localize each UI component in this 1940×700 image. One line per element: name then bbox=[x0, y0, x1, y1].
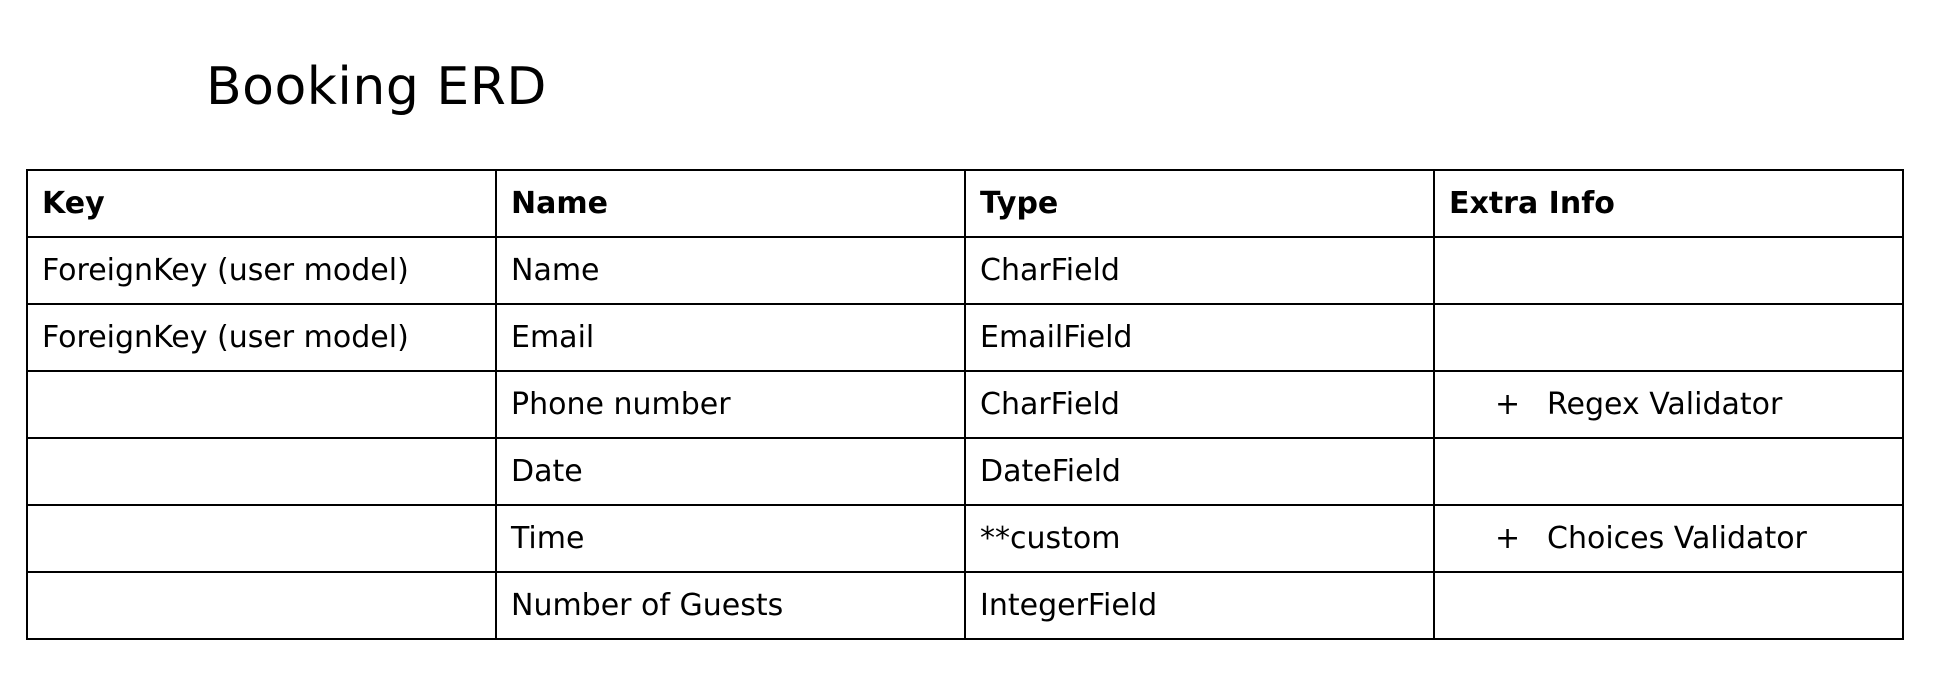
page-title: Booking ERD bbox=[206, 57, 547, 117]
cell-name: Name bbox=[495, 236, 966, 305]
cell-type: CharField bbox=[964, 236, 1435, 305]
cell-extra-info: + Choices Validator bbox=[1433, 504, 1904, 573]
column-header-type: Type bbox=[964, 169, 1435, 238]
table-row: Phone number CharField + Regex Validator bbox=[26, 370, 1904, 439]
table-row: Number of Guests IntegerField bbox=[26, 571, 1904, 640]
cell-type: EmailField bbox=[964, 303, 1435, 372]
cell-name: Email bbox=[495, 303, 966, 372]
column-header-extra-info: Extra Info bbox=[1433, 169, 1904, 238]
cell-extra-info: + Regex Validator bbox=[1433, 370, 1904, 439]
cell-key: ForeignKey (user model) bbox=[26, 236, 497, 305]
extra-info-bullet-item: + Choices Validator bbox=[1449, 521, 1807, 556]
cell-type: IntegerField bbox=[964, 571, 1435, 640]
extra-info-text: Regex Validator bbox=[1547, 387, 1783, 422]
cell-key bbox=[26, 571, 497, 640]
cell-key: ForeignKey (user model) bbox=[26, 303, 497, 372]
column-header-key: Key bbox=[26, 169, 497, 238]
column-header-name: Name bbox=[495, 169, 966, 238]
cell-extra-info bbox=[1433, 236, 1904, 305]
cell-key bbox=[26, 504, 497, 573]
table-header-row: Key Name Type Extra Info bbox=[26, 169, 1904, 238]
extra-info-bullet-item: + Regex Validator bbox=[1449, 387, 1782, 422]
cell-name: Number of Guests bbox=[495, 571, 966, 640]
extra-info-text: Choices Validator bbox=[1547, 521, 1807, 556]
cell-name: Phone number bbox=[495, 370, 966, 439]
table-row: ForeignKey (user model) Email EmailField bbox=[26, 303, 1904, 372]
table-row: Time **custom + Choices Validator bbox=[26, 504, 1904, 573]
table-row: ForeignKey (user model) Name CharField bbox=[26, 236, 1904, 305]
cell-name: Time bbox=[495, 504, 966, 573]
plus-bullet-icon: + bbox=[1495, 387, 1521, 422]
erd-table: Key Name Type Extra Info ForeignKey (use… bbox=[26, 169, 1904, 640]
cell-key bbox=[26, 437, 497, 506]
cell-extra-info bbox=[1433, 303, 1904, 372]
plus-bullet-icon: + bbox=[1495, 521, 1521, 556]
cell-type: CharField bbox=[964, 370, 1435, 439]
cell-extra-info bbox=[1433, 571, 1904, 640]
cell-extra-info bbox=[1433, 437, 1904, 506]
cell-key bbox=[26, 370, 497, 439]
table-row: Date DateField bbox=[26, 437, 1904, 506]
cell-type: **custom bbox=[964, 504, 1435, 573]
cell-type: DateField bbox=[964, 437, 1435, 506]
cell-name: Date bbox=[495, 437, 966, 506]
